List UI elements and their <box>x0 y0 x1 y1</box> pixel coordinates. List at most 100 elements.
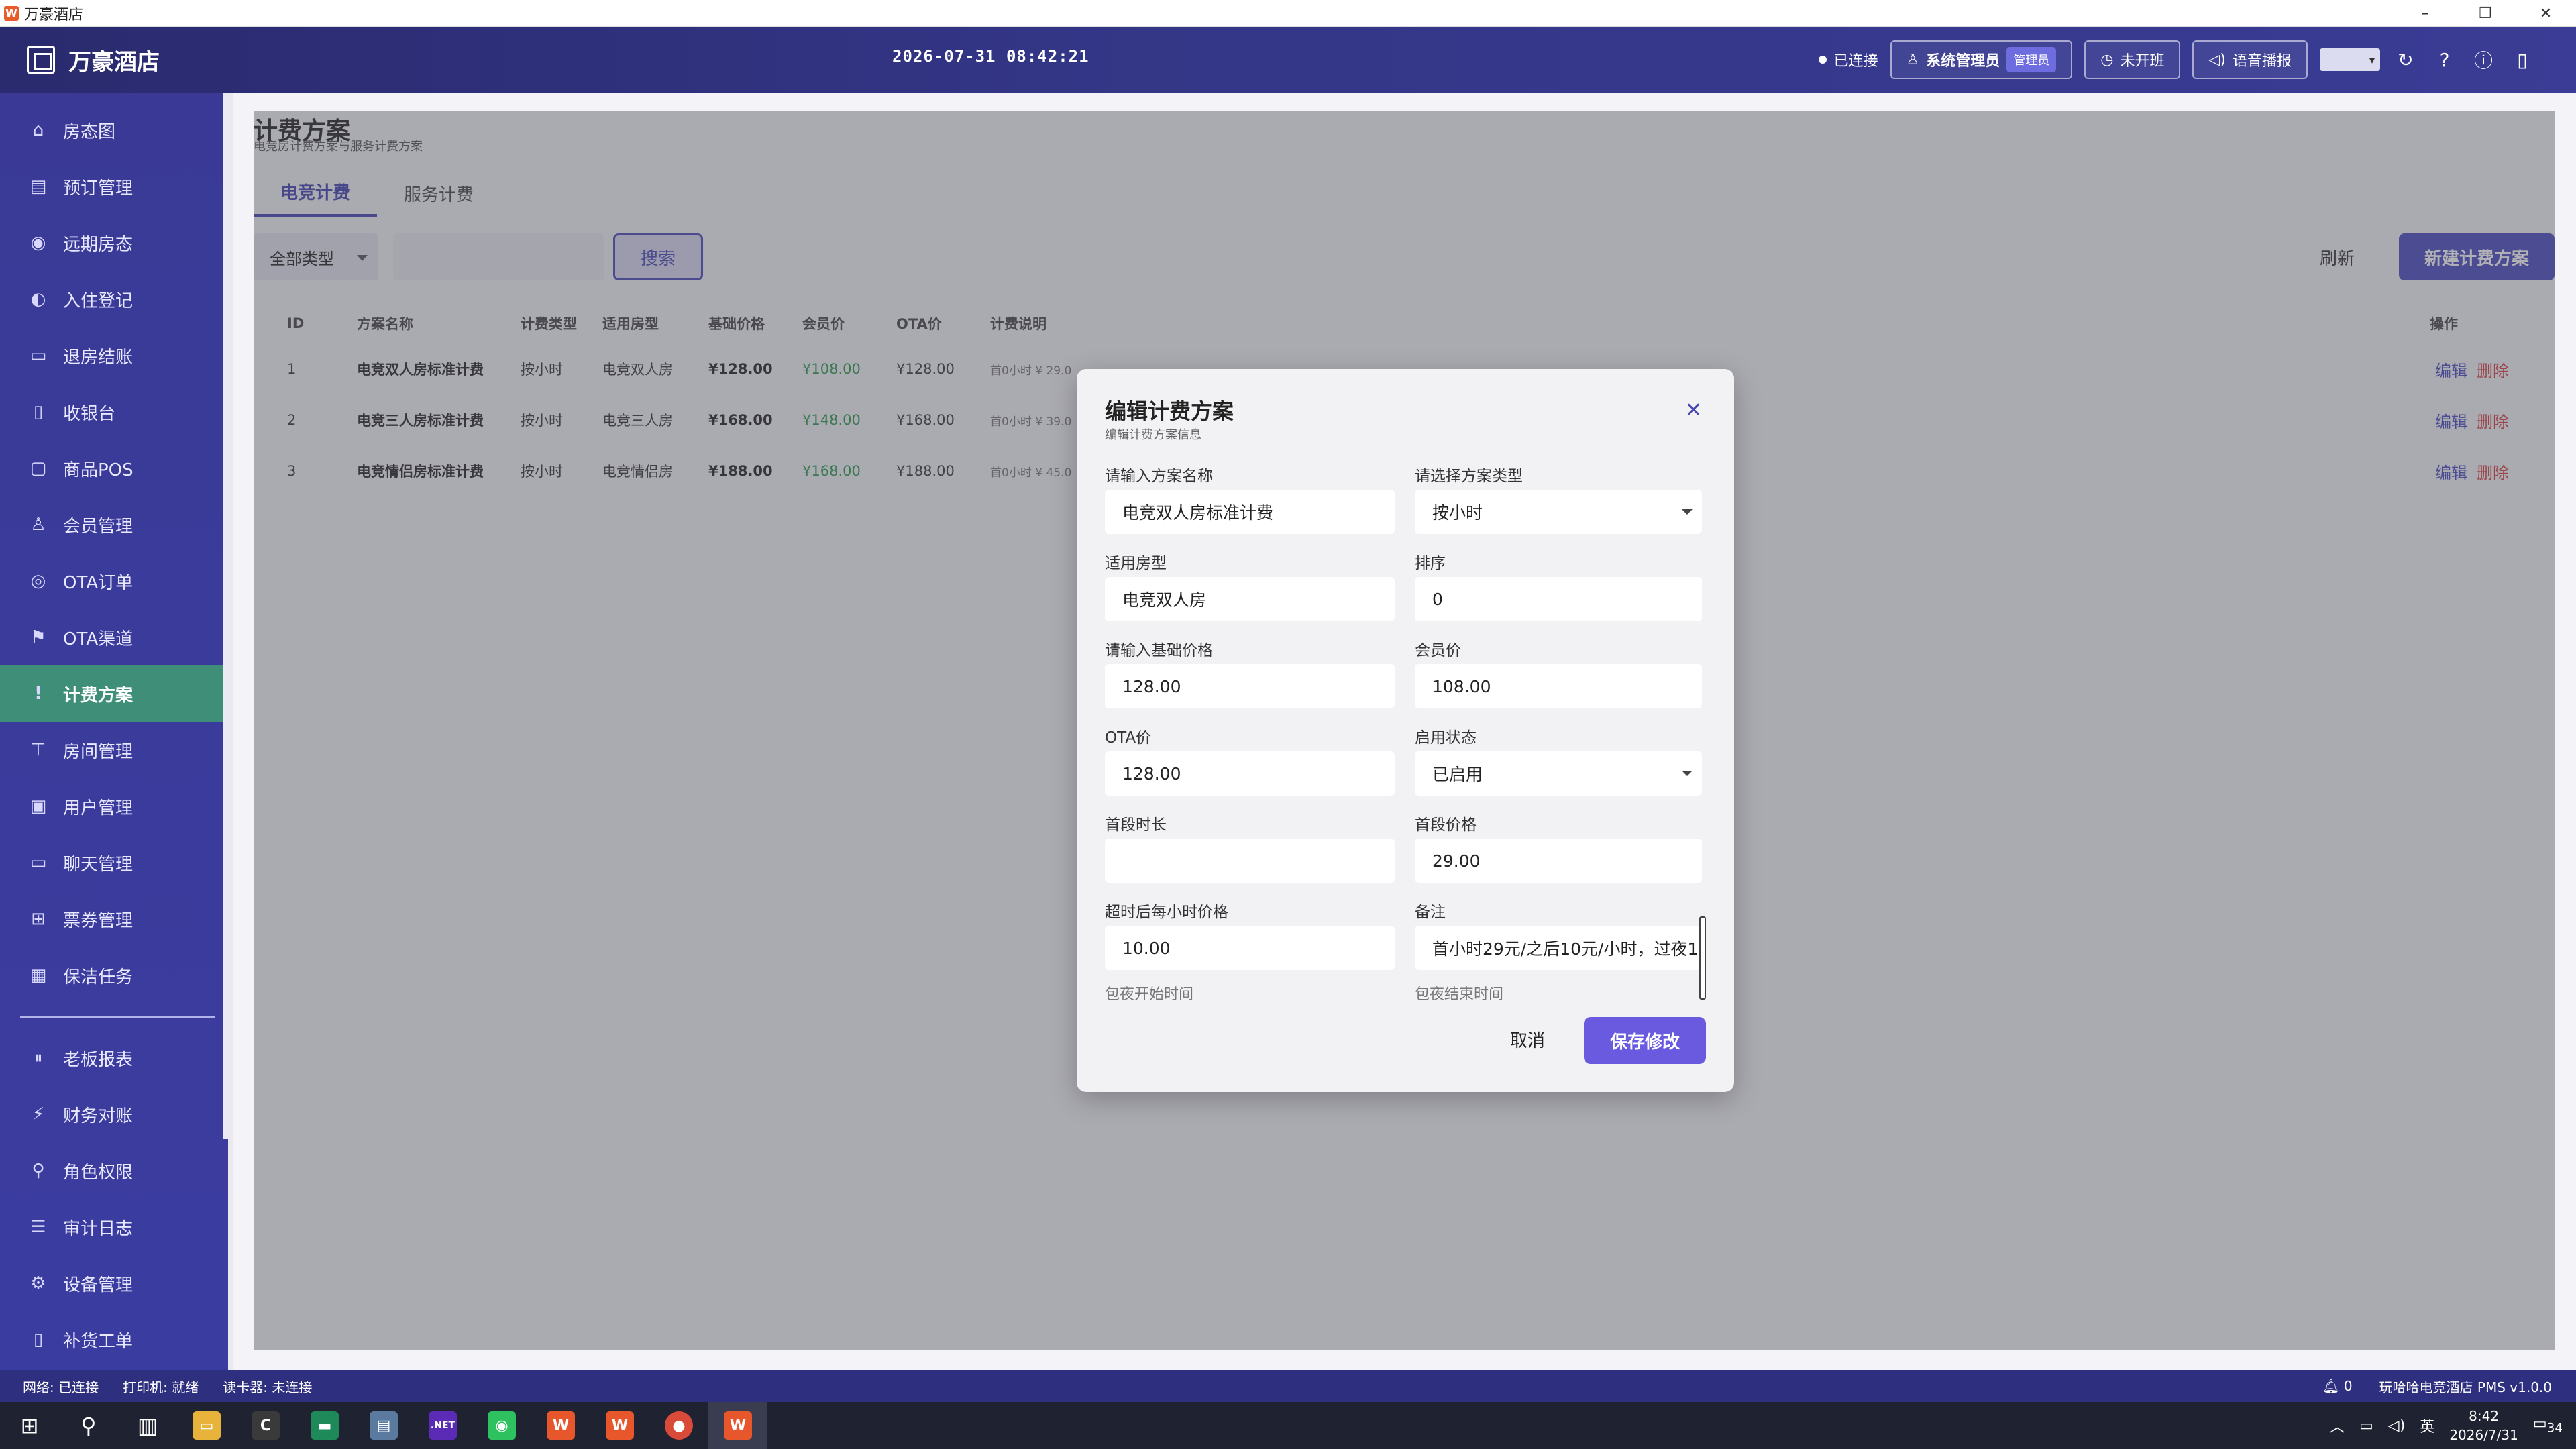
sidebar-item-a4[interactable]: ▭ 退房结账 <box>0 327 228 384</box>
windows-start-icon[interactable]: ⊞ <box>0 1402 59 1449</box>
overtime-price-input[interactable]: 10.00 <box>1105 926 1395 970</box>
sidebar-divider <box>20 1016 215 1018</box>
reader-status: 读卡器: 未连接 <box>223 1379 313 1395</box>
sidebar-item-a3[interactable]: ◐ 入住登记 <box>0 271 228 327</box>
sidebar-item-a2[interactable]: ◉ 远期房态 <box>0 215 228 271</box>
note-input[interactable]: 首小时29元/之后10元/小时，过夜1 <box>1415 926 1702 970</box>
sidebar-item-b3[interactable]: ☰ 审计日志 <box>0 1199 228 1255</box>
ime-indicator[interactable]: 英 <box>2420 1415 2434 1436</box>
sidebar-item-label: 房间管理 <box>63 741 133 762</box>
room-type-input[interactable]: 电竞双人房 <box>1105 577 1395 621</box>
plan-name-input[interactable]: 电竞双人房标准计费 <box>1105 490 1395 534</box>
sidebar-item-b5[interactable]: ▯ 补货工单 <box>0 1311 228 1368</box>
sidebar-item-b4[interactable]: ⚙ 设备管理 <box>0 1255 228 1311</box>
sidebar-item-b2[interactable]: ⚲ 角色权限 <box>0 1142 228 1199</box>
restore-button[interactable]: ❐ <box>2455 0 2516 27</box>
network-tray-icon[interactable]: ▭ <box>2359 1417 2373 1434</box>
language-select[interactable]: ▾ <box>2320 48 2380 71</box>
sidebar-item-a9[interactable]: ⚑ OTA渠道 <box>0 609 228 665</box>
sidebar-item-label: 收银台 <box>63 403 116 424</box>
edit-plan-dialog: 编辑计费方案 编辑计费方案信息 ✕ 请输入方案名称 电竞双人房标准计费 请选择方… <box>1077 369 1734 1092</box>
terminal-icon[interactable]: ▬ <box>295 1402 354 1449</box>
sidebar-item-a1[interactable]: ▤ 预订管理 <box>0 158 228 215</box>
tray-chevron-icon[interactable]: ︿ <box>2330 1415 2345 1436</box>
wps-icon[interactable]: W <box>531 1402 590 1449</box>
status-dot-icon <box>1819 56 1827 64</box>
sidebar-item-icon: ▭ <box>30 345 47 366</box>
sidebar-item-icon: ◉ <box>30 233 46 253</box>
info-icon[interactable]: ⓘ <box>2470 46 2497 73</box>
dotnet-icon[interactable]: .NET <box>413 1402 472 1449</box>
task-view-icon[interactable]: ▥ <box>118 1402 177 1449</box>
app-icon: W <box>4 5 19 21</box>
sidebar-item-b1[interactable]: ⚡ 财务对账 <box>0 1086 228 1142</box>
window-title: 万豪酒店 <box>24 6 84 23</box>
sidebar-item-icon: ◎ <box>30 571 46 591</box>
sidebar-item-a14[interactable]: ⊞ 票券管理 <box>0 891 228 947</box>
first-price-input[interactable]: 29.00 <box>1415 839 1702 883</box>
dialog-scrollbar[interactable] <box>1699 467 1706 1004</box>
device-icon[interactable]: ▯ <box>2509 46 2536 73</box>
search-icon[interactable]: ⚲ <box>59 1402 118 1449</box>
volume-icon[interactable]: ◁) <box>2388 1417 2406 1434</box>
header-clock: 2026-07-31 08:42:21 <box>892 47 1089 66</box>
first-duration-input[interactable] <box>1105 839 1395 883</box>
sidebar-item-icon: ⌂ <box>32 120 44 140</box>
sidebar-item-label: 用户管理 <box>63 798 133 818</box>
voice-broadcast-button[interactable]: ◁) 语音播报 <box>2192 40 2308 79</box>
sidebar-item-a8[interactable]: ◎ OTA订单 <box>0 553 228 609</box>
brand-name: 万豪酒店 <box>68 48 160 76</box>
sort-input[interactable]: 0 <box>1415 577 1702 621</box>
file-explorer-icon[interactable]: ▭ <box>177 1402 236 1449</box>
notification-center-icon[interactable]: ▭34 <box>2533 1415 2563 1435</box>
scrollbar-thumb[interactable] <box>1699 916 1706 1000</box>
plan-type-select[interactable]: 按小时 <box>1415 490 1702 534</box>
taskbar-clock[interactable]: 8:42 2026/7/31 <box>2449 1407 2518 1444</box>
notepad-icon[interactable]: ▤ <box>354 1402 413 1449</box>
browser-c-icon[interactable]: C <box>236 1402 295 1449</box>
help-icon[interactable]: ? <box>2431 46 2458 73</box>
role-badge: 管理员 <box>2006 47 2057 72</box>
sidebar-item-label: 入住登记 <box>63 290 133 311</box>
sidebar-item-label: 老板报表 <box>63 1049 133 1070</box>
sidebar-item-a15[interactable]: ▦ 保洁任务 <box>0 947 228 1004</box>
ota-price-input[interactable]: 128.00 <box>1105 751 1395 796</box>
hotel-app-taskbar-icon[interactable]: W <box>708 1402 767 1449</box>
user-menu-button[interactable]: ♙ 系统管理员 管理员 <box>1890 40 2073 79</box>
wps-icon-2[interactable]: W <box>590 1402 649 1449</box>
minimize-button[interactable]: – <box>2395 0 2455 27</box>
sidebar-item-icon: ⚲ <box>32 1161 45 1181</box>
sidebar-item-a0[interactable]: ⌂ 房态图 <box>0 102 228 158</box>
sidebar-item-icon: ! <box>34 684 42 704</box>
sidebar-item-a10[interactable]: ! 计费方案 <box>0 665 228 722</box>
sidebar-item-icon: ▣ <box>30 796 47 816</box>
status-select[interactable]: 已启用 <box>1415 751 1702 796</box>
sidebar-item-b0[interactable]: ⏸ 老板报表 <box>0 1030 228 1086</box>
sidebar-item-a5[interactable]: ▯ 收银台 <box>0 384 228 440</box>
refresh-icon[interactable]: ↻ <box>2392 46 2419 73</box>
sidebar-item-a6[interactable]: ▢ 商品POS <box>0 440 228 496</box>
chrome-icon[interactable]: ● <box>649 1402 708 1449</box>
sidebar-item-a12[interactable]: ▣ 用户管理 <box>0 778 228 835</box>
close-window-button[interactable]: ✕ <box>2516 0 2576 27</box>
sidebar-item-icon: ⚙ <box>30 1273 46 1293</box>
notification-count[interactable]: 🔔︎ 0 <box>2322 1378 2352 1394</box>
bell-icon: 🔔︎ <box>2322 1378 2340 1394</box>
sidebar-item-label: 保洁任务 <box>63 967 133 987</box>
sidebar-scrollbar[interactable] <box>223 93 228 1139</box>
sidebar-item-label: 审计日志 <box>63 1218 133 1239</box>
printer-status: 打印机: 就绪 <box>123 1379 199 1395</box>
save-button[interactable]: 保存修改 <box>1584 1017 1706 1064</box>
wechat-icon[interactable]: ◉ <box>472 1402 531 1449</box>
sidebar-item-a11[interactable]: ⊤ 房间管理 <box>0 722 228 778</box>
base-price-input[interactable]: 128.00 <box>1105 664 1395 708</box>
sidebar-item-a13[interactable]: ▭ 聊天管理 <box>0 835 228 891</box>
close-icon[interactable]: ✕ <box>1685 398 1702 422</box>
shift-button[interactable]: ◷ 未开班 <box>2084 40 2181 79</box>
version-label: 玩哈哈电竞酒店 PMS v1.0.0 <box>2379 1379 2552 1395</box>
member-price-input[interactable]: 108.00 <box>1415 664 1702 708</box>
sidebar-item-label: OTA渠道 <box>63 629 133 649</box>
sidebar-item-icon: ▦ <box>30 965 47 985</box>
cancel-button[interactable]: 取消 <box>1487 1017 1568 1061</box>
sidebar-item-a7[interactable]: ♙ 会员管理 <box>0 496 228 553</box>
